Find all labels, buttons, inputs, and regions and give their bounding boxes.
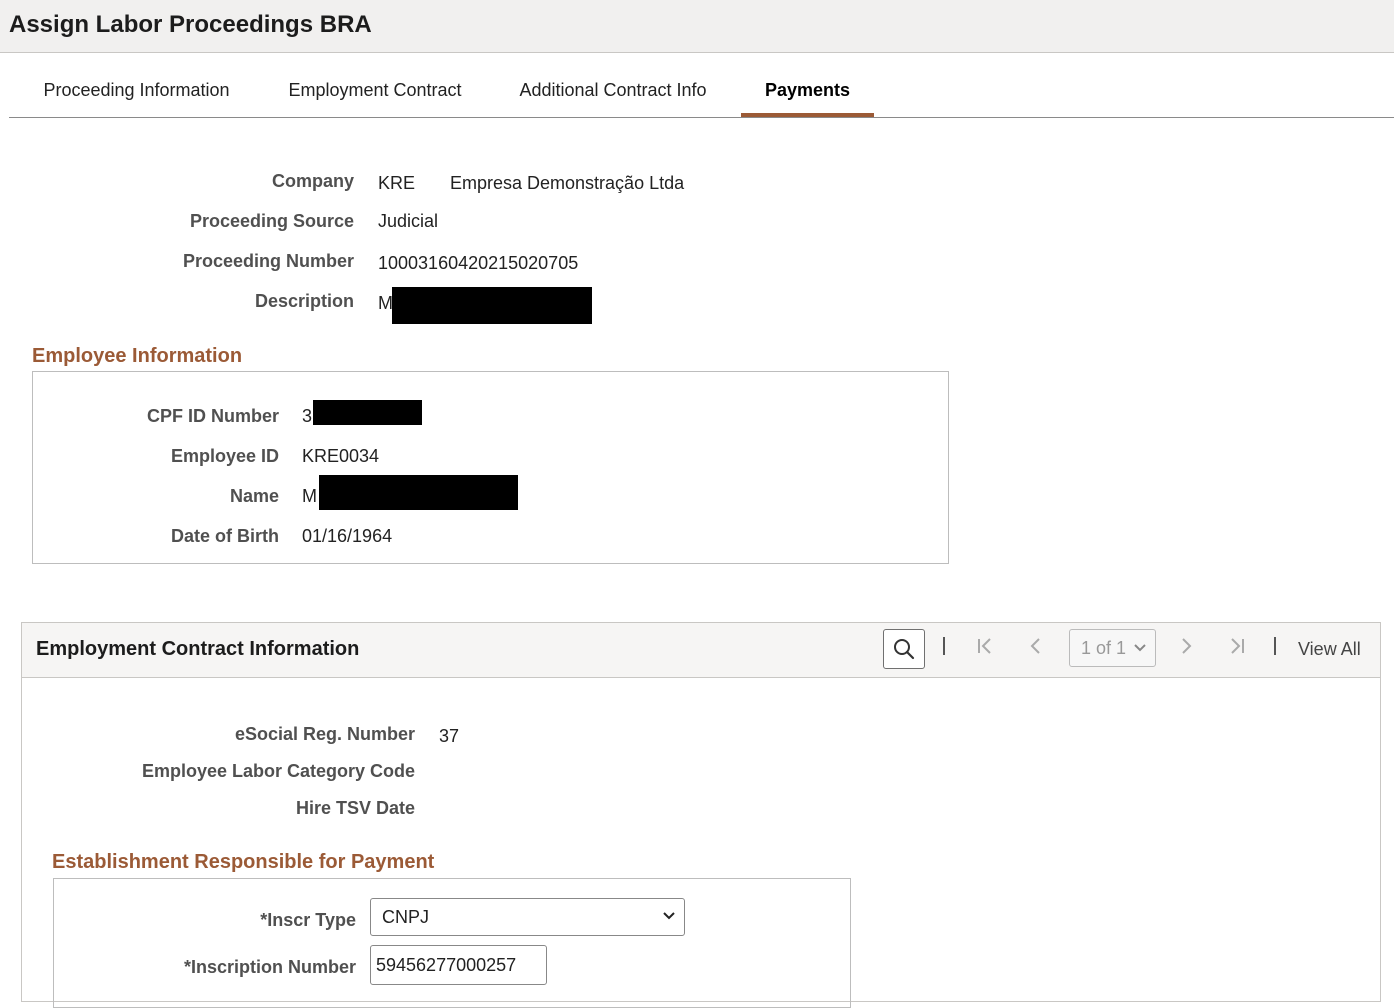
inscription-number-label: *Inscription Number — [183, 957, 356, 977]
title-bar: Assign Labor Proceedings BRA — [0, 0, 1394, 53]
separator — [1274, 637, 1276, 655]
page-selector-value: 1 of 1 — [1081, 638, 1127, 658]
company-code: KRE — [378, 173, 416, 193]
grid-search-button[interactable] — [883, 629, 925, 669]
date-of-birth-label: Date of Birth — [171, 526, 279, 546]
chevron-down-icon — [1133, 630, 1147, 679]
previous-page-button[interactable] — [1028, 636, 1044, 660]
employee-id-value: KRE0034 — [302, 446, 380, 466]
tab-bar: Proceeding Information Employment Contra… — [9, 63, 1394, 118]
employee-information-box — [32, 371, 949, 564]
previous-page-icon — [1030, 638, 1040, 654]
description-label: Description — [254, 291, 354, 311]
employee-id-label: Employee ID — [170, 446, 279, 466]
search-icon — [894, 639, 915, 660]
inscr-type-label: *Inscr Type — [260, 910, 356, 930]
description-value: M — [378, 293, 393, 313]
grid-title: Employment Contract Information — [36, 638, 360, 660]
proceeding-source-label: Proceeding Source — [189, 211, 354, 231]
first-page-button[interactable] — [976, 636, 994, 660]
employee-name-label: Name — [229, 486, 279, 506]
inscr-type-select[interactable]: CNPJ — [370, 898, 685, 936]
grid-header: Employment Contract Information 1 of 1 V… — [22, 623, 1380, 678]
tab-label: Employment Contract — [288, 80, 462, 100]
inscription-number-input[interactable] — [370, 945, 547, 985]
redaction-box — [392, 287, 592, 324]
tab-label: Proceeding Information — [43, 80, 230, 100]
page-selector[interactable]: 1 of 1 — [1069, 629, 1156, 667]
last-page-icon — [1231, 638, 1244, 654]
page-title: Assign Labor Proceedings BRA — [9, 11, 372, 38]
cpf-id-label: CPF ID Number — [146, 406, 279, 426]
next-page-button[interactable] — [1178, 636, 1194, 660]
tab-employment-contract[interactable]: Employment Contract — [277, 63, 473, 117]
company-label: Company — [271, 171, 354, 191]
employee-information-title: Employee Information — [32, 345, 243, 367]
company-name: Empresa Demonstração Ltda — [450, 173, 685, 193]
esocial-reg-number-label: eSocial Reg. Number — [234, 724, 415, 744]
esocial-reg-number-value: 37 — [439, 726, 460, 746]
proceeding-number-label: Proceeding Number — [182, 251, 354, 271]
last-page-button[interactable] — [1228, 636, 1246, 660]
establishment-section-title: Establishment Responsible for Payment — [52, 851, 435, 873]
labor-category-code-label: Employee Labor Category Code — [141, 761, 415, 781]
redaction-box — [313, 400, 422, 425]
proceeding-number-value: 10003160420215020705 — [378, 253, 579, 273]
date-of-birth-value: 01/16/1964 — [302, 526, 393, 546]
tab-additional-contract-info[interactable]: Additional Contract Info — [507, 63, 719, 117]
hire-tsv-date-label: Hire TSV Date — [295, 798, 415, 818]
view-all-link[interactable]: View All — [1298, 639, 1361, 660]
employee-name-value: M — [302, 486, 317, 506]
proceeding-source-value: Judicial — [378, 211, 439, 231]
tab-label: Additional Contract Info — [519, 80, 707, 100]
tab-label: Payments — [764, 80, 851, 100]
chevron-down-icon — [662, 900, 676, 946]
cpf-id-value: 3 — [302, 406, 313, 426]
tab-proceeding-information[interactable]: Proceeding Information — [34, 63, 239, 117]
inscr-type-value: CNPJ — [382, 907, 430, 927]
next-page-icon — [1182, 638, 1192, 654]
tab-payments[interactable]: Payments — [741, 63, 874, 117]
redaction-box — [319, 475, 518, 510]
separator — [943, 637, 945, 655]
first-page-icon — [978, 638, 991, 654]
